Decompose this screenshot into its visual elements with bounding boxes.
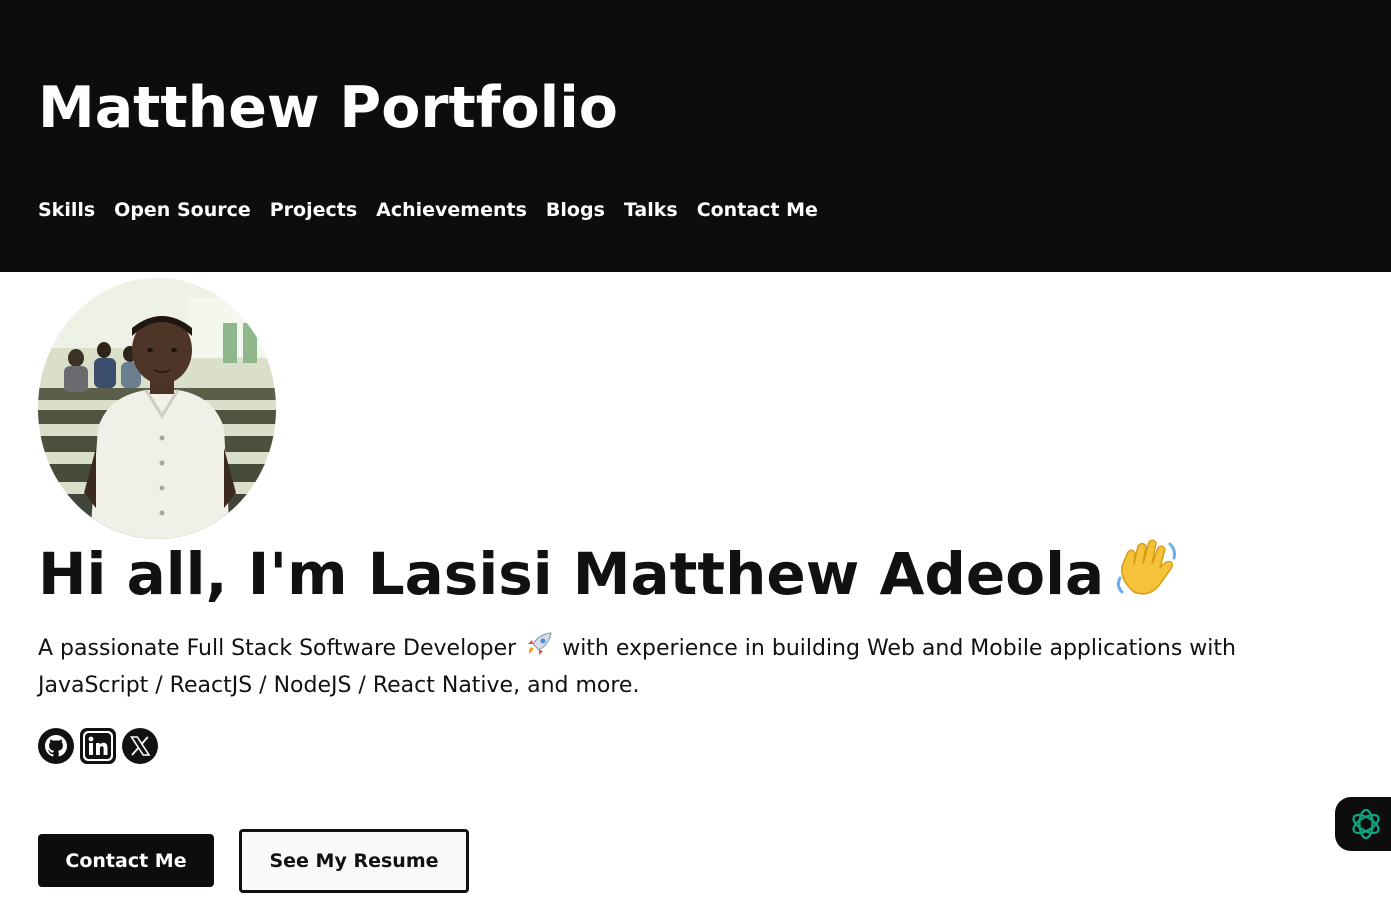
- nav-link-blogs[interactable]: Blogs: [546, 196, 605, 224]
- nav-link-achievements[interactable]: Achievements: [376, 196, 527, 224]
- profile-photo-icon: [38, 278, 276, 539]
- greeting-text: Hi all, I'm Lasisi Matthew Adeola: [38, 540, 1105, 608]
- openai-icon: [1352, 808, 1380, 840]
- rocket-icon: [525, 632, 553, 669]
- site-title[interactable]: Matthew Portfolio: [38, 72, 618, 144]
- linkedin-icon[interactable]: [80, 728, 116, 764]
- contact-me-button[interactable]: Contact Me: [38, 834, 214, 887]
- social-links: [38, 728, 158, 764]
- nav-link-skills[interactable]: Skills: [38, 196, 95, 224]
- github-icon[interactable]: [38, 728, 74, 764]
- hero-greeting: Hi all, I'm Lasisi Matthew Adeola: [38, 536, 1180, 612]
- nav-link-talks[interactable]: Talks: [624, 196, 678, 224]
- intro-text-start: A passionate Full Stack Software Develop…: [38, 636, 517, 661]
- ai-assistant-button[interactable]: [1335, 797, 1391, 851]
- profile-avatar: [38, 278, 276, 539]
- nav-link-contact-me[interactable]: Contact Me: [697, 196, 818, 224]
- site-header: Matthew Portfolio Skills Open Source Pro…: [0, 0, 1391, 272]
- nav-link-projects[interactable]: Projects: [270, 196, 357, 224]
- nav-link-open-source[interactable]: Open Source: [114, 196, 251, 224]
- see-resume-button[interactable]: See My Resume: [239, 829, 469, 893]
- hero-intro: A passionate Full Stack Software Develop…: [38, 632, 1338, 703]
- main-nav: Skills Open Source Projects Achievements…: [38, 196, 818, 224]
- x-twitter-icon[interactable]: [122, 728, 158, 764]
- waving-hand-icon: [1114, 536, 1180, 612]
